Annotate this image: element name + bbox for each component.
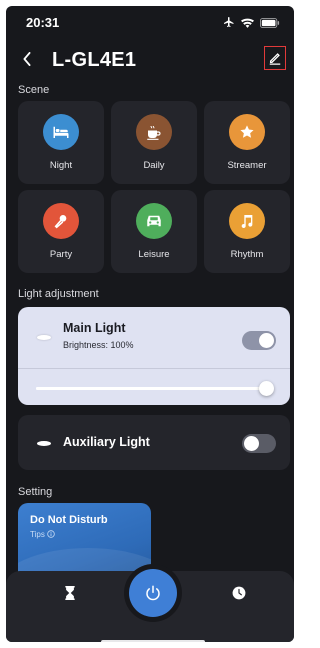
bed-icon [43,114,79,150]
scene-card-party[interactable]: Party [18,190,104,273]
airplane-icon [223,15,235,33]
page-title: L-GL4E1 [52,49,137,71]
power-icon [146,585,160,601]
main-light-name: Main Light [63,321,126,335]
scene-card-daily[interactable]: Daily [111,101,197,184]
header: L-GL4E1 [6,42,294,78]
scene-name: Daily [143,160,165,171]
music-note-icon [229,203,265,239]
scene-card-night[interactable]: Night [18,101,104,184]
app-screen: 20:31 L-GL4E1 Scene Night Daily Streamer… [6,6,294,642]
auxiliary-light-card[interactable]: Auxiliary Light [18,415,290,470]
timer-button[interactable] [61,584,79,602]
brightness-slider-fill [36,387,266,390]
scene-section-label: Scene [18,84,50,96]
edit-icon [269,53,281,65]
main-light-card[interactable]: Main Light Brightness: 100% [18,307,290,405]
brightness-slider-thumb[interactable] [258,381,274,396]
clock-icon [232,586,246,600]
edit-button[interactable] [264,46,286,70]
divider [18,368,290,369]
toggle-knob [259,333,274,348]
scene-card-leisure[interactable]: Leisure [111,190,197,273]
tips-label: Tips [30,530,45,539]
main-light-brightness: Brightness: 100% [63,340,134,350]
schedule-button[interactable] [230,584,248,602]
battery-icon [260,15,280,33]
scene-card-streamer[interactable]: Streamer [204,101,290,184]
scene-card-rhythm[interactable]: Rhythm [204,190,290,273]
status-bar: 20:31 [6,6,294,40]
setting-section-label: Setting [18,486,53,498]
scene-name: Party [49,249,73,260]
back-button[interactable] [16,48,38,70]
scene-name: Night [49,160,73,171]
car-icon [136,203,172,239]
status-icons [223,15,280,33]
chevron-left-icon [23,52,31,66]
scene-name: Rhythm [230,249,264,260]
brightness-slider[interactable] [36,381,274,396]
status-time: 20:31 [26,15,60,30]
hourglass-icon [65,586,75,600]
coffee-icon [136,114,172,150]
light-adjustment-label: Light adjustment [18,288,99,300]
do-not-disturb-tips[interactable]: Tips [30,530,55,539]
scene-grid: Night Daily Streamer Party Leisure Rhyth… [18,101,290,273]
lamp-icon [37,335,51,340]
info-icon [47,530,55,538]
home-indicator [101,640,205,642]
power-button[interactable] [129,569,177,617]
toggle-knob [244,436,259,451]
do-not-disturb-title: Do Not Disturb [30,514,108,526]
microphone-icon [43,203,79,239]
bottom-nav [6,569,294,642]
star-icon [229,114,265,150]
main-light-toggle[interactable] [242,331,276,350]
lamp-icon [37,441,51,446]
wifi-icon [241,15,254,33]
scene-name: Streamer [227,160,267,171]
scene-name: Leisure [138,249,170,260]
auxiliary-light-toggle[interactable] [242,434,276,453]
auxiliary-light-name: Auxiliary Light [63,435,150,449]
